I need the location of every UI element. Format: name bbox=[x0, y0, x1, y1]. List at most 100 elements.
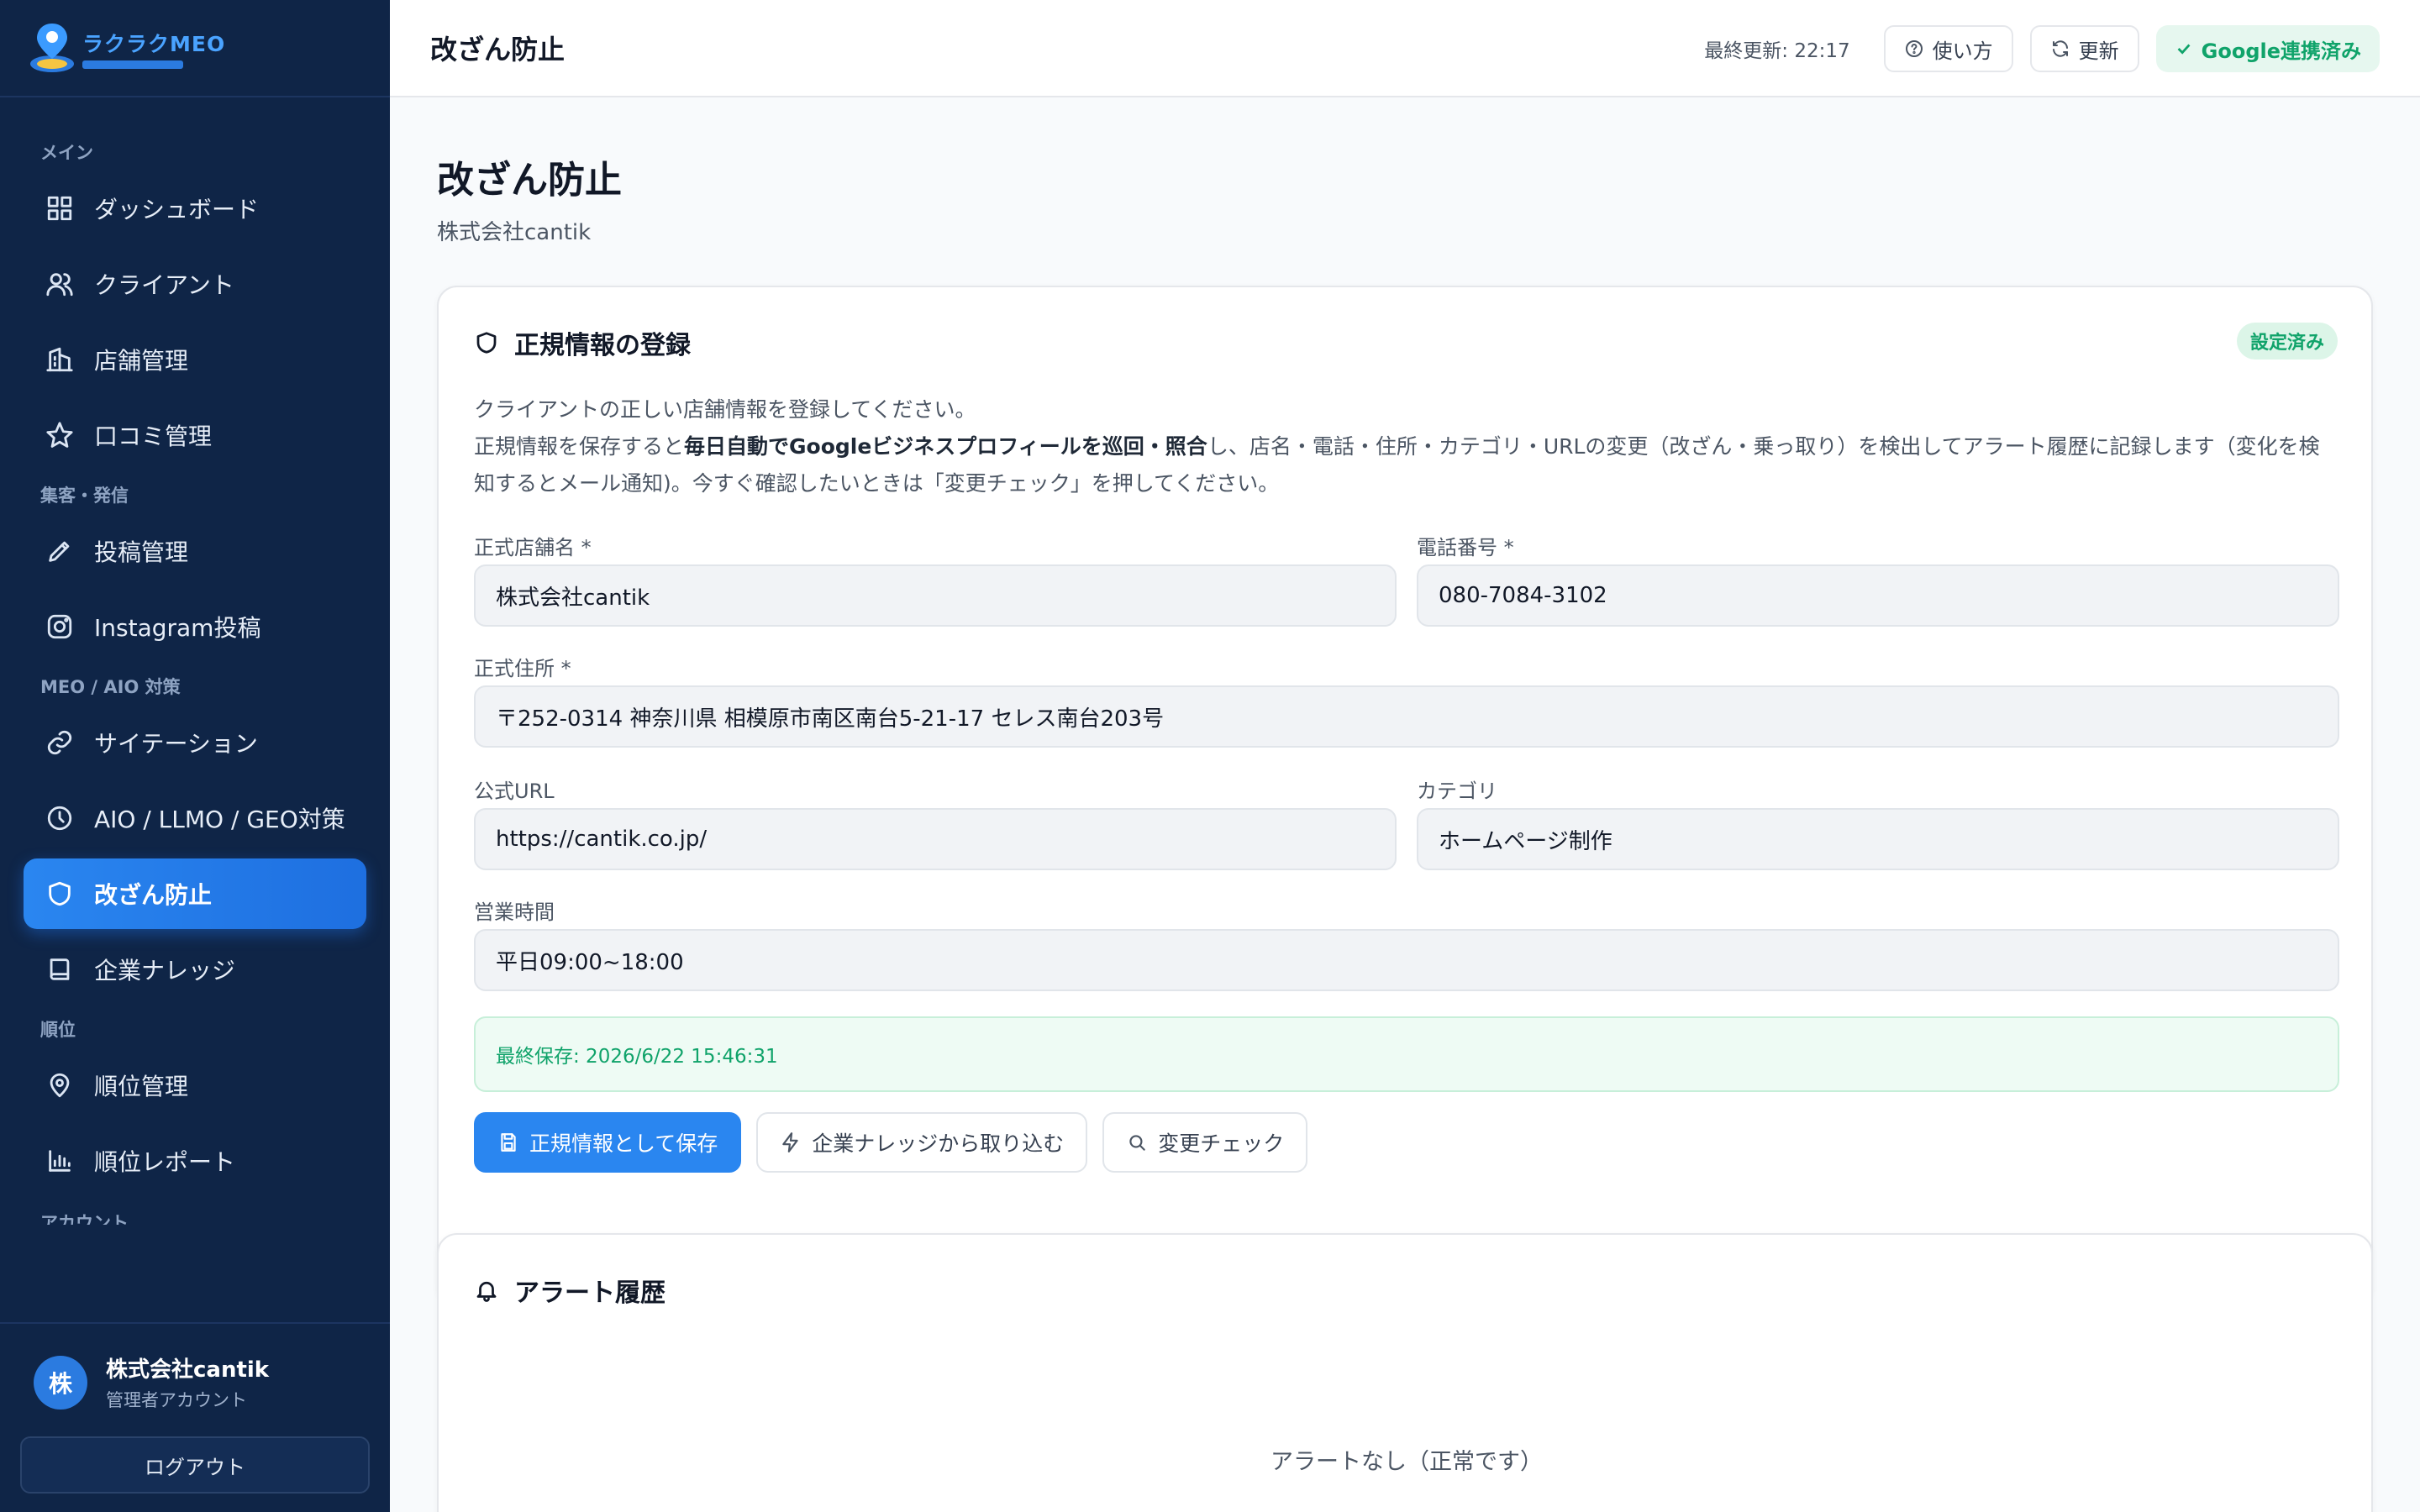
description-emphasis: 毎日自動でGoogleビジネスプロフィールを巡回・照合 bbox=[684, 434, 1207, 459]
link-icon bbox=[45, 728, 74, 757]
sidebar-item-instagram[interactable]: Instagram投稿 bbox=[24, 591, 366, 662]
store-name-label: 正式店舗名 * bbox=[474, 536, 592, 559]
topbar: 改ざん防止 最終更新: 22:17 使い方 更新 Google連携済み bbox=[390, 0, 2420, 97]
sidebar-item-rank-management[interactable]: 順位管理 bbox=[24, 1050, 366, 1121]
sidebar-item-posts[interactable]: 投稿管理 bbox=[24, 516, 366, 586]
help-button[interactable]: 使い方 bbox=[1883, 25, 2013, 72]
sidebar-item-knowledge[interactable]: 企業ナレッジ bbox=[24, 934, 366, 1005]
lightning-icon bbox=[782, 1132, 798, 1152]
description-line-1: クライアントの正しい店舗情報を登録してください。 bbox=[474, 397, 976, 422]
change-check-button[interactable]: 変更チェック bbox=[1102, 1112, 1308, 1173]
pen-icon bbox=[45, 537, 74, 565]
nav-section-meo-aio: MEO / AIO 対策 bbox=[40, 677, 181, 697]
location-pin-icon bbox=[45, 1071, 74, 1100]
sidebar-item-dashboard[interactable]: ダッシュボード bbox=[24, 173, 366, 244]
sidebar-item-aio[interactable]: AIO / LLMO / GEO対策 bbox=[24, 783, 366, 853]
sidebar-item-citation[interactable]: サイテーション bbox=[24, 707, 366, 778]
nav-section-main: メイン bbox=[40, 143, 93, 163]
refresh-button[interactable]: 更新 bbox=[2029, 25, 2139, 72]
book-icon bbox=[45, 955, 74, 984]
nav-section-marketing: 集客・発信 bbox=[40, 486, 129, 506]
description-line-2: 正規情報を保存すると毎日自動でGoogleビジネスプロフィールを巡回・照合し、店… bbox=[474, 428, 2339, 502]
search-icon bbox=[1129, 1135, 1146, 1151]
logo-pin-icon bbox=[27, 20, 79, 76]
star-icon bbox=[45, 421, 74, 449]
store-name-input[interactable]: 株式会社cantik bbox=[474, 564, 1397, 627]
sidebar-item-label: 順位管理 bbox=[94, 1073, 189, 1100]
help-button-label: 使い方 bbox=[1932, 39, 1993, 63]
logo-title: ラクラクMEO bbox=[82, 31, 226, 56]
alerts-card-title: アラート履歴 bbox=[514, 1278, 666, 1308]
instagram-icon bbox=[45, 612, 74, 641]
sidebar-footer: 株 株式会社cantik 管理者アカウント ログアウト bbox=[0, 1322, 390, 1512]
sidebar-item-tamper-protection[interactable]: 改ざん防止 bbox=[24, 858, 366, 929]
google-connected-badge: Google連携済み bbox=[2155, 25, 2380, 72]
user-name: 株式会社cantik bbox=[106, 1357, 270, 1383]
hours-label: 営業時間 bbox=[474, 900, 555, 924]
sidebar-item-label: AIO / LLMO / GEO対策 bbox=[94, 806, 345, 833]
address-label: 正式住所 * bbox=[474, 657, 571, 680]
shield-icon bbox=[45, 879, 74, 908]
check-button-label: 変更チェック bbox=[1158, 1131, 1285, 1156]
sidebar-item-stores[interactable]: 店舗管理 bbox=[24, 324, 366, 395]
import-button-label: 企業ナレッジから取り込む bbox=[812, 1131, 1065, 1156]
registration-description: クライアントの正しい店舗情報を登録してください。 正規情報を保存すると毎日自動で… bbox=[474, 391, 2339, 502]
sidebar-item-label: クライアント bbox=[94, 271, 234, 299]
category-label: カテゴリ bbox=[1417, 780, 1497, 803]
sidebar-item-label: 口コミ管理 bbox=[94, 423, 213, 450]
users-icon bbox=[45, 270, 74, 298]
sidebar-item-rank-report[interactable]: 順位レポート bbox=[24, 1126, 366, 1196]
refresh-button-label: 更新 bbox=[2078, 39, 2119, 63]
sidebar-item-label: 改ざん防止 bbox=[94, 881, 213, 909]
description-text: 正規情報を保存すると bbox=[474, 434, 685, 459]
hours-input[interactable]: 平日09:00~18:00 bbox=[474, 929, 2339, 991]
sidebar: ラクラクMEO メイン ダッシュボード クライアント 店舗管理 口コミ管理 集客… bbox=[0, 0, 390, 1512]
help-circle-icon bbox=[1905, 40, 1923, 57]
url-label: 公式URL bbox=[474, 780, 555, 803]
save-button-label: 正規情報として保存 bbox=[529, 1131, 718, 1156]
import-knowledge-button[interactable]: 企業ナレッジから取り込む bbox=[756, 1112, 1088, 1173]
category-input[interactable]: ホームページ制作 bbox=[1417, 808, 2339, 870]
bell-icon bbox=[476, 1281, 497, 1302]
main-content: 改ざん防止 株式会社cantik 正規情報の登録 設定済み クライアントの正しい… bbox=[390, 99, 2420, 1512]
sidebar-item-clients[interactable]: クライアント bbox=[24, 249, 366, 319]
page-subtitle: 株式会社cantik bbox=[437, 220, 592, 245]
sidebar-item-label: ダッシュボード bbox=[94, 196, 260, 223]
user-profile[interactable]: 株 株式会社cantik 管理者アカウント bbox=[0, 1324, 390, 1412]
logo-tagline-bar bbox=[82, 60, 183, 69]
registration-card-title: 正規情報の登録 bbox=[514, 331, 691, 360]
logout-button[interactable]: ログアウト bbox=[20, 1436, 370, 1494]
topbar-title: 改ざん防止 bbox=[430, 34, 566, 66]
registration-card: 正規情報の登録 設定済み クライアントの正しい店舗情報を登録してください。 正規… bbox=[437, 286, 2373, 1305]
alerts-card: アラート履歴 アラートなし（正常です） bbox=[437, 1233, 2373, 1512]
address-input[interactable]: 〒252-0314 神奈川県 相模原市南区南台5-21-17 セレス南台203号 bbox=[474, 685, 2339, 748]
nav-section-ranking: 順位 bbox=[40, 1020, 76, 1040]
sidebar-item-label: 店舗管理 bbox=[94, 347, 189, 375]
grid-icon bbox=[45, 194, 74, 223]
alerts-empty-state: アラートなし（正常です） bbox=[1270, 1449, 1543, 1475]
shield-icon bbox=[476, 332, 497, 354]
check-icon bbox=[2177, 44, 2191, 55]
page-title: 改ざん防止 bbox=[437, 159, 622, 202]
bar-chart-icon bbox=[45, 1147, 74, 1175]
clock-icon bbox=[45, 804, 74, 832]
refresh-icon bbox=[2052, 40, 2068, 57]
sidebar-item-label: Instagram投稿 bbox=[94, 614, 261, 642]
building-icon bbox=[45, 345, 74, 374]
google-connected-label: Google連携済み bbox=[2201, 39, 2361, 63]
user-role: 管理者アカウント bbox=[106, 1390, 247, 1410]
status-badge: 設定済み bbox=[2236, 323, 2338, 360]
avatar: 株 bbox=[34, 1355, 87, 1410]
phone-label: 電話番号 * bbox=[1417, 536, 1514, 559]
last-update-text: 最終更新: 22:17 bbox=[1704, 40, 1850, 62]
url-input[interactable]: https://cantik.co.jp/ bbox=[474, 808, 1397, 870]
logo[interactable]: ラクラクMEO bbox=[0, 0, 390, 97]
phone-input[interactable]: 080-7084-3102 bbox=[1417, 564, 2339, 627]
save-button[interactable]: 正規情報として保存 bbox=[474, 1112, 742, 1173]
last-saved-notice: 最終保存: 2026/6/22 15:46:31 bbox=[474, 1016, 2339, 1092]
sidebar-item-label: 順位レポート bbox=[94, 1148, 236, 1176]
sidebar-item-label: 投稿管理 bbox=[94, 538, 189, 566]
sidebar-nav: メイン ダッシュボード クライアント 店舗管理 口コミ管理 集客・発信 投稿管理… bbox=[0, 97, 390, 1225]
sidebar-item-reviews[interactable]: 口コミ管理 bbox=[24, 400, 366, 470]
sidebar-item-label: 企業ナレッジ bbox=[94, 957, 236, 984]
